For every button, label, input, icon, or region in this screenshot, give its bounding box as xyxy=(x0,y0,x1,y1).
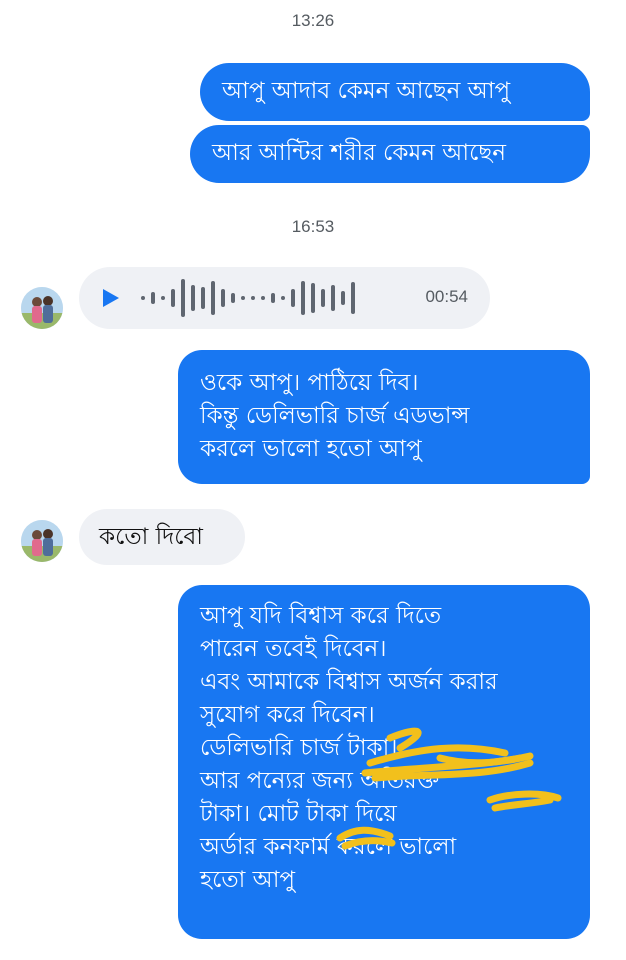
message-line: আপু যদি বিশ্বাস করে দিতে xyxy=(200,603,442,629)
message-line: সুযোগ করে দিবেন। xyxy=(200,702,375,728)
contact-avatar[interactable] xyxy=(21,520,63,562)
message-line: পারেন তবেই দিবেন। xyxy=(200,636,387,662)
message-line: ডেলিভারি চার্জ টাকা। xyxy=(200,735,398,761)
message-text: আর আন্টির শরীর কেমন আছেন xyxy=(212,140,507,166)
timestamp: 16:53 xyxy=(291,217,335,236)
audio-waveform[interactable] xyxy=(141,279,411,317)
outgoing-message[interactable]: আপু আদাব কেমন আছেন আপু xyxy=(200,63,590,121)
message-line: করলে ভালো হতো আপু xyxy=(200,436,422,462)
outgoing-message[interactable]: ওকে আপু। পাঠিয়ে দিব। কিন্তু ডেলিভারি চা… xyxy=(178,350,590,484)
message-text: কতো দিবো xyxy=(99,524,203,550)
message-line: আর পন্যের জন্য অতিরক্ত xyxy=(200,768,440,794)
message-line: হতো আপু xyxy=(200,867,296,893)
outgoing-message[interactable]: আর আন্টির শরীর কেমন আছেন xyxy=(190,125,590,183)
voice-message[interactable]: 00:54 xyxy=(79,267,490,329)
timestamp: 13:26 xyxy=(291,11,335,30)
contact-avatar[interactable] xyxy=(21,287,63,329)
message-line: অর্ডার কনফার্ম করলে ভালো xyxy=(200,834,457,860)
message-line: এবং আমাকে বিশ্বাস অর্জন করার xyxy=(200,669,498,695)
outgoing-message[interactable]: আপু যদি বিশ্বাস করে দিতে পারেন তবেই দিবে… xyxy=(178,585,590,939)
message-text: আপু আদাব কেমন আছেন আপু xyxy=(222,78,511,104)
message-line: কিন্তু ডেলিভারি চার্জ এডভান্স xyxy=(200,403,470,429)
message-line: ওকে আপু। পাঠিয়ে দিব। xyxy=(200,370,419,396)
incoming-message[interactable]: কতো দিবো xyxy=(79,509,245,565)
message-line: টাকা। মোট টাকা দিয়ে xyxy=(200,801,397,827)
voice-duration: 00:54 xyxy=(425,287,468,306)
play-icon[interactable] xyxy=(101,287,121,309)
